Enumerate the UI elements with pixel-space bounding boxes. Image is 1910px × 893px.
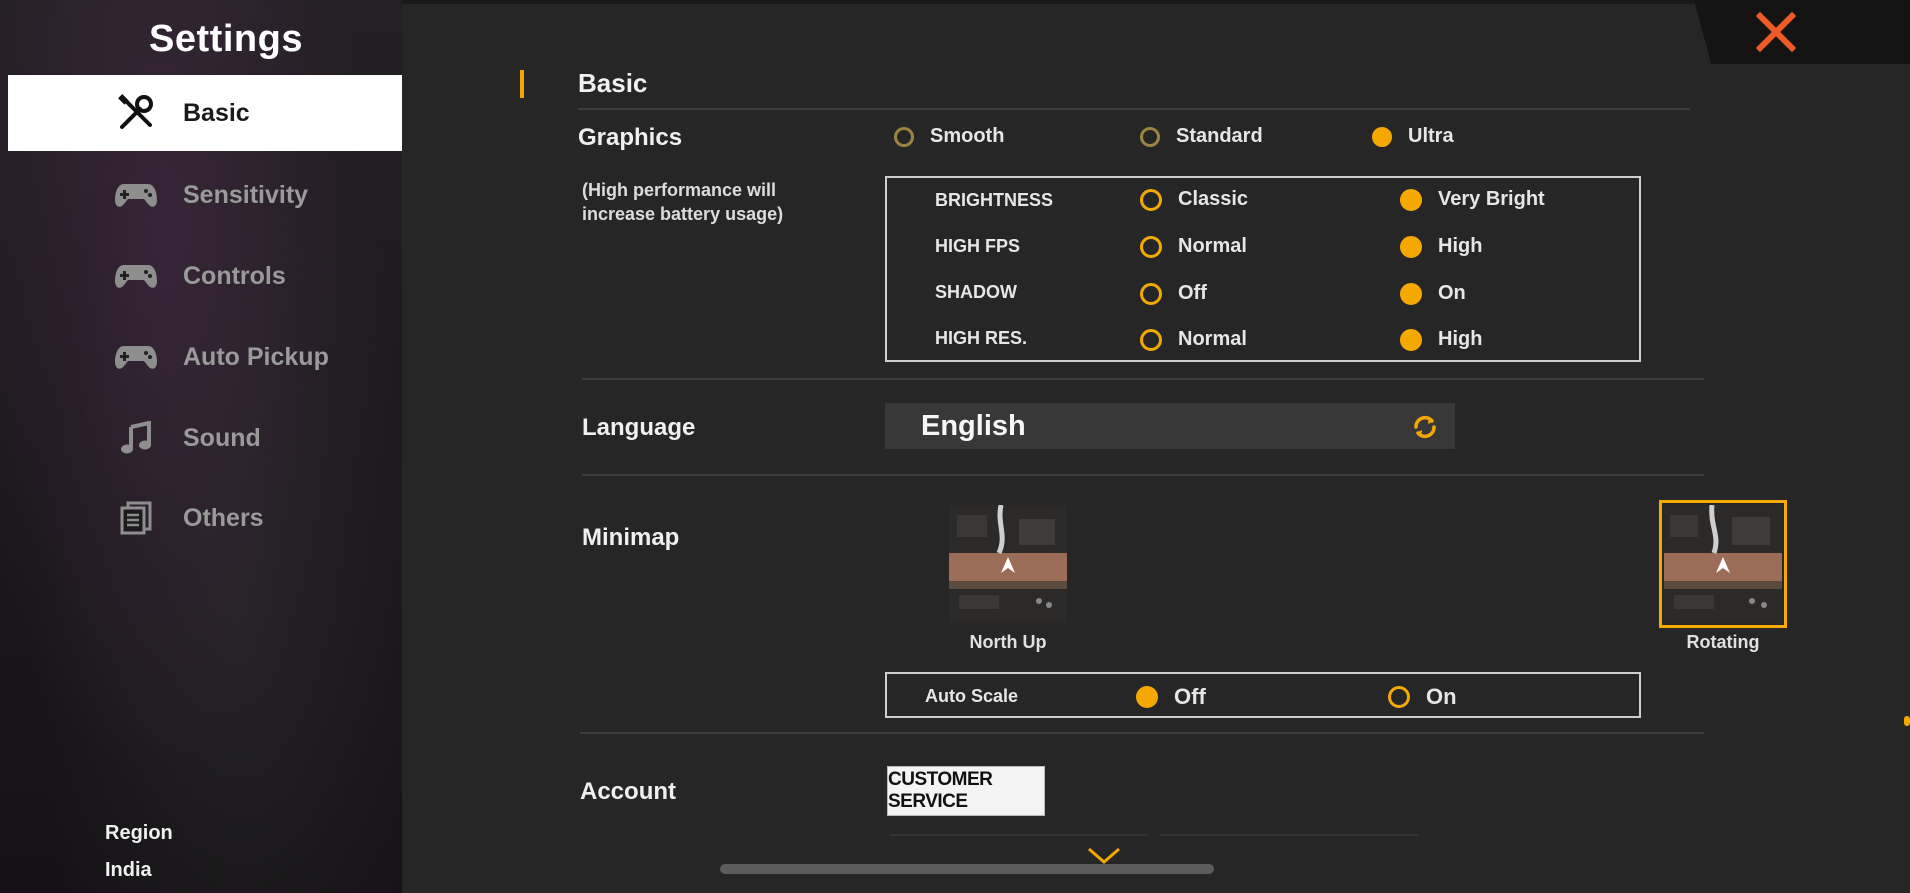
- radio-icon: [1400, 328, 1422, 351]
- high-res-option-high[interactable]: High: [1400, 328, 1482, 351]
- radio-icon: [1400, 188, 1422, 211]
- divider: [578, 108, 1690, 110]
- auto-scale-option-off[interactable]: Off: [1136, 684, 1206, 710]
- section-title: Basic: [578, 68, 648, 98]
- radio-icon: [1140, 282, 1162, 305]
- sidebar-item-controls[interactable]: Controls: [8, 238, 402, 314]
- music-note-icon: [114, 416, 158, 460]
- radio-icon: [894, 126, 914, 147]
- sidebar-title: Settings: [149, 18, 303, 60]
- gamepad-icon: [114, 335, 158, 379]
- radio-icon: [1140, 328, 1162, 351]
- radio-icon: [1388, 686, 1410, 708]
- auto-scale-box: Auto Scale Off On: [885, 672, 1641, 718]
- sidebar-item-auto-pickup[interactable]: Auto Pickup: [8, 319, 402, 395]
- sidebar-item-label: Others: [183, 503, 264, 532]
- minimap-north-up-thumbnail[interactable]: [949, 505, 1067, 623]
- divider: [1160, 834, 1418, 836]
- brightness-option-classic[interactable]: Classic: [1140, 188, 1248, 211]
- minimap-rotating-caption: Rotating: [1686, 632, 1760, 652]
- radio-icon: [1372, 126, 1392, 147]
- shadow-option-on[interactable]: On: [1400, 282, 1466, 305]
- divider: [582, 474, 1704, 476]
- language-selector[interactable]: English: [885, 403, 1455, 449]
- sidebar: Settings Basic Sensitivity Controls Auto…: [0, 0, 402, 893]
- setting-row-brightness: BRIGHTNESS Classic Very Bright: [935, 188, 1545, 211]
- sidebar-item-label: Auto Pickup: [183, 342, 329, 371]
- refresh-icon: [1411, 413, 1439, 441]
- radio-icon: [1140, 188, 1162, 211]
- chevron-down-icon[interactable]: [1086, 846, 1122, 866]
- minimap-rotating-thumbnail[interactable]: [1659, 500, 1787, 628]
- scrollbar[interactable]: [720, 864, 1214, 874]
- radio-icon: [1400, 282, 1422, 305]
- minimap-image: [1664, 505, 1782, 623]
- settings-panel: Basic Graphics Smooth Standard Ultra (Hi…: [402, 0, 1910, 893]
- graphics-settings-box: BRIGHTNESS Classic Very Bright HIGH FPS …: [885, 176, 1641, 362]
- minimap-north-up-caption: North Up: [969, 632, 1047, 652]
- graphics-note: (High performance will increase battery …: [582, 180, 784, 224]
- brightness-option-very-bright[interactable]: Very Bright: [1400, 188, 1545, 211]
- language-value: English: [921, 409, 1026, 442]
- sidebar-item-label: Controls: [183, 261, 286, 290]
- shadow-option-off[interactable]: Off: [1140, 282, 1207, 305]
- close-button[interactable]: [1752, 8, 1800, 56]
- section-marker: [520, 70, 524, 98]
- minimap-image: [949, 505, 1067, 623]
- minimap-label: Minimap: [582, 524, 680, 551]
- region-value: India: [105, 859, 152, 881]
- high-res-option-normal[interactable]: Normal: [1140, 328, 1247, 351]
- sidebar-item-basic[interactable]: Basic: [8, 75, 402, 151]
- sidebar-item-label: Sound: [183, 423, 261, 452]
- graphics-option-standard[interactable]: Standard: [1140, 125, 1263, 148]
- sidebar-item-label: Sensitivity: [183, 180, 309, 209]
- radio-icon: [1140, 235, 1162, 258]
- high-fps-option-high[interactable]: High: [1400, 235, 1482, 258]
- auto-scale-option-on[interactable]: On: [1388, 684, 1457, 710]
- radio-icon: [1140, 126, 1160, 147]
- auto-scale-label: Auto Scale: [925, 686, 1019, 706]
- account-label: Account: [580, 778, 676, 805]
- language-label: Language: [582, 414, 696, 441]
- setting-row-high-fps: HIGH FPS Normal High: [935, 235, 1483, 258]
- setting-row-shadow: SHADOW Off On: [935, 282, 1466, 305]
- divider: [890, 834, 1148, 836]
- high-fps-option-normal[interactable]: Normal: [1140, 235, 1247, 258]
- edge-indicator: [1904, 716, 1910, 726]
- sidebar-item-label: Basic: [183, 98, 250, 127]
- graphics-label: Graphics: [578, 124, 683, 151]
- gamepad-icon: [114, 173, 158, 217]
- graphics-option-ultra[interactable]: Ultra: [1372, 125, 1454, 148]
- divider: [580, 732, 1704, 734]
- tools-icon: [114, 91, 158, 135]
- setting-row-high-res: HIGH RES. Normal High: [935, 328, 1483, 351]
- gamepad-icon: [114, 254, 158, 298]
- close-tab: [1694, 0, 1910, 64]
- sidebar-item-sound[interactable]: Sound: [8, 400, 402, 476]
- graphics-option-smooth[interactable]: Smooth: [894, 125, 1004, 148]
- customer-service-button[interactable]: CUSTOMER SERVICE: [887, 766, 1045, 816]
- region-label: Region: [105, 822, 173, 844]
- radio-icon: [1136, 686, 1158, 708]
- sidebar-item-others[interactable]: Others: [8, 480, 402, 556]
- divider: [582, 378, 1704, 380]
- radio-icon: [1400, 235, 1422, 258]
- sidebar-item-sensitivity[interactable]: Sensitivity: [8, 157, 402, 233]
- close-icon: [1755, 11, 1797, 53]
- document-icon: [114, 496, 158, 540]
